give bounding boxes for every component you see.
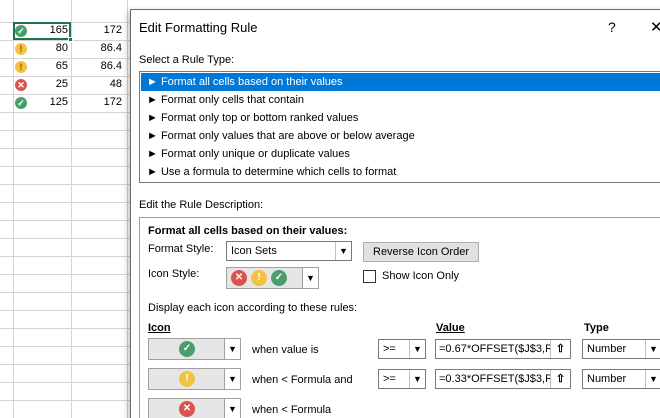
operator-value: >=	[383, 343, 396, 355]
cell-value[interactable]: 65	[30, 60, 68, 72]
value-input[interactable]: =0.67*OFFSET($J$3,R( ⇧	[435, 339, 571, 359]
chevron-down-icon: ▼	[224, 399, 240, 418]
rule-type-list[interactable]: ► Format all cells based on their values…	[139, 71, 660, 183]
sheet-row[interactable]: ✓ 125 172	[0, 94, 140, 112]
chevron-down-icon: ▼	[335, 242, 351, 260]
type-select[interactable]: Number ▼	[582, 369, 660, 389]
select-rule-type-label: Select a Rule Type:	[139, 54, 235, 66]
exclamation-icon: !	[15, 43, 27, 55]
format-style-value: Icon Sets	[231, 245, 277, 257]
type-value: Number	[587, 373, 627, 385]
rule-type-item[interactable]: ► Use a formula to determine which cells…	[141, 163, 660, 181]
exclamation-icon: !	[179, 371, 195, 387]
value-column-header: Value	[436, 322, 465, 334]
chevron-down-icon: ▼	[409, 370, 425, 388]
rule-type-item[interactable]: ► Format only top or bottom ranked value…	[141, 109, 660, 127]
icon-style-select[interactable]: ✕ ! ✓ ▼	[226, 267, 319, 289]
cell-value[interactable]: 86.4	[72, 42, 122, 54]
chevron-down-icon: ▼	[224, 369, 240, 389]
sheet-row[interactable]: ✕ 25 48	[0, 76, 140, 94]
icon-column-header: Icon	[148, 322, 171, 334]
x-icon: ✕	[179, 401, 195, 417]
show-icon-only-checkbox[interactable]	[363, 270, 376, 283]
rule-icon-select[interactable]: ✕ ▼	[148, 398, 241, 418]
type-column-header: Type	[584, 322, 609, 334]
display-rules-label: Display each icon according to these rul…	[148, 302, 358, 314]
edit-description-label: Edit the Rule Description:	[139, 199, 264, 211]
format-style-label: Format Style:	[148, 243, 214, 255]
cell-value[interactable]: 25	[30, 78, 68, 90]
cell-value[interactable]: 172	[72, 24, 122, 36]
rule-icon-select[interactable]: ! ▼	[148, 368, 241, 390]
rule-description-panel: Format all cells based on their values: …	[139, 217, 660, 418]
x-icon: ✕	[15, 79, 27, 91]
fill-handle[interactable]	[68, 37, 73, 42]
show-icon-only-label: Show Icon Only	[382, 270, 460, 282]
check-icon: ✓	[15, 97, 27, 109]
rule-type-item[interactable]: ► Format all cells based on their values	[141, 73, 660, 91]
check-icon: ✓	[179, 341, 195, 357]
range-select-icon[interactable]: ⇧	[550, 370, 570, 388]
type-select[interactable]: Number ▼	[582, 339, 660, 359]
format-style-select[interactable]: Icon Sets ▼	[226, 241, 352, 261]
sheet-row[interactable]: ! 65 86.4	[0, 58, 140, 76]
x-icon: ✕	[231, 270, 247, 286]
dialog-title: Edit Formatting Rule	[139, 20, 258, 35]
cell-value[interactable]: 125	[30, 96, 68, 108]
rule-icon-select[interactable]: ✓ ▼	[148, 338, 241, 360]
sheet-row[interactable]: ! 80 86.4	[0, 40, 140, 58]
operator-select[interactable]: >= ▼	[378, 339, 426, 359]
rule-type-item[interactable]: ► Format only cells that contain	[141, 91, 660, 109]
close-icon[interactable]: ✕	[650, 18, 660, 36]
chevron-down-icon: ▼	[645, 370, 660, 388]
cell-value[interactable]: 86.4	[72, 60, 122, 72]
value-input[interactable]: =0.33*OFFSET($J$3,R( ⇧	[435, 369, 571, 389]
chevron-down-icon: ▼	[224, 339, 240, 359]
cell-value[interactable]: 80	[30, 42, 68, 54]
chevron-down-icon: ▼	[645, 340, 660, 358]
cell-value[interactable]: 48	[72, 78, 122, 90]
rule-condition-label: when < Formula and	[252, 374, 353, 386]
value-text: =0.33*OFFSET($J$3,R(	[439, 373, 557, 385]
chevron-down-icon: ▼	[409, 340, 425, 358]
rule-condition-label: when < Formula	[252, 404, 332, 416]
help-icon[interactable]: ?	[608, 19, 616, 35]
value-text: =0.67*OFFSET($J$3,R(	[439, 343, 557, 355]
type-value: Number	[587, 343, 627, 355]
range-select-icon[interactable]: ⇧	[550, 340, 570, 358]
exclamation-icon: !	[15, 61, 27, 73]
active-cell-border	[13, 22, 71, 40]
icon-style-label: Icon Style:	[148, 268, 200, 280]
operator-select[interactable]: >= ▼	[378, 369, 426, 389]
chevron-down-icon: ▼	[302, 268, 318, 288]
reverse-icon-order-button[interactable]: Reverse Icon Order	[363, 242, 479, 262]
rule-type-item[interactable]: ► Format only unique or duplicate values	[141, 145, 660, 163]
rule-condition-label: when value is	[252, 344, 319, 356]
rule-type-item[interactable]: ► Format only values that are above or b…	[141, 127, 660, 145]
cell-value[interactable]: 172	[72, 96, 122, 108]
operator-value: >=	[383, 373, 396, 385]
exclamation-icon: !	[251, 270, 267, 286]
edit-formatting-rule-dialog: Edit Formatting Rule ? ✕ Select a Rule T…	[130, 9, 660, 418]
format-all-heading: Format all cells based on their values:	[148, 225, 348, 237]
check-icon: ✓	[271, 270, 287, 286]
